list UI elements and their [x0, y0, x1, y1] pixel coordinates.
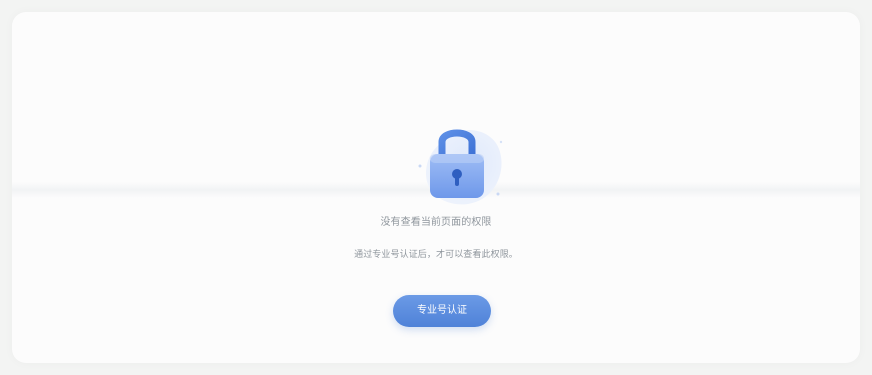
no-permission-message: 没有查看当前页面的权限 [380, 217, 492, 228]
certification-hint: 通过专业号认证后，才可以查看此权限。 [354, 250, 518, 260]
permission-card: 没有查看当前页面的权限 通过专业号认证后，才可以查看此权限。 专业号认证 [12, 12, 860, 363]
lock-icon [402, 112, 514, 216]
professional-certification-button[interactable]: 专业号认证 [393, 295, 491, 327]
